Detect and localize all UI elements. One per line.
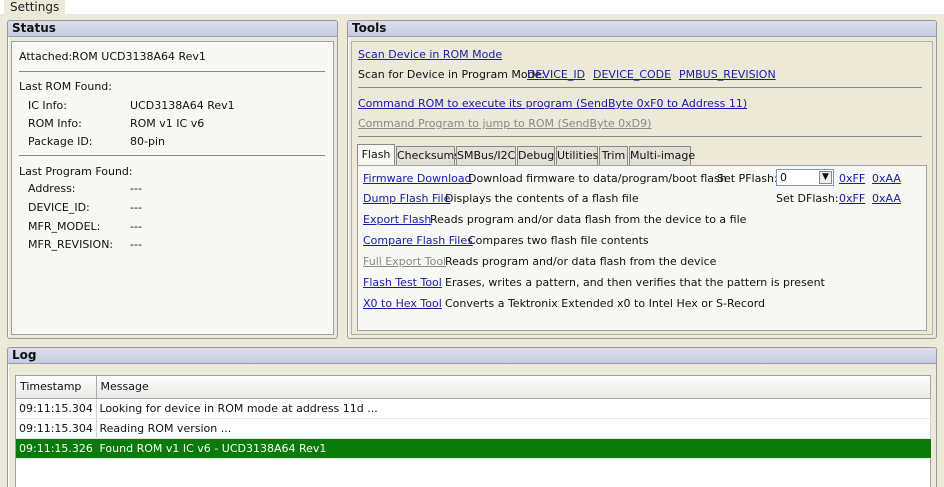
tools-title: Tools: [348, 21, 936, 37]
table-row[interactable]: 09:11:15.304 Reading ROM version ...: [16, 418, 931, 439]
full-export-tool-desc: Reads program and/or data flash from the…: [445, 255, 717, 268]
tab-trim[interactable]: Trim: [599, 146, 628, 165]
tab-checksums[interactable]: Checksums: [396, 146, 460, 165]
tools-body: Scan Device in ROM Mode Scan for Device …: [351, 41, 933, 335]
tab-settings[interactable]: Settings: [4, 0, 66, 15]
compare-flash-files-desc: Compares two flash file contents: [468, 234, 649, 247]
pflash-aa-link[interactable]: 0xAA: [872, 172, 901, 185]
table-row-selected[interactable]: 09:11:15.326 Found ROM v1 IC v6 - UCD313…: [16, 438, 931, 459]
log-message: Looking for device in ROM mode at addres…: [96, 398, 931, 419]
dump-flash-file-link[interactable]: Dump Flash File: [363, 192, 450, 205]
tools-panel: Tools Scan Device in ROM Mode Scan for D…: [347, 20, 937, 339]
attached-label: Attached:: [19, 50, 73, 63]
tab-multi-image[interactable]: Multi-image: [629, 146, 695, 165]
last-rom-title: Last ROM Found:: [19, 80, 112, 93]
device-id-link[interactable]: DEVICE_ID: [527, 68, 585, 81]
dflash-ff-link[interactable]: 0xFF: [839, 192, 865, 205]
log-header-row: Timestamp Message: [16, 376, 931, 399]
log-table: Timestamp Message 09:11:15.304 Looking f…: [16, 376, 931, 459]
package-label: Package ID:: [28, 135, 93, 148]
tab-debug[interactable]: Debug: [517, 146, 555, 165]
device-id-value: ---: [130, 201, 142, 214]
tools-tabs: Flash Checksums SMBus/I2C Debug Utilitie…: [357, 144, 927, 166]
firmware-download-link[interactable]: Firmware Download: [363, 172, 472, 185]
rom-info-value: ROM v1 IC v6: [130, 117, 205, 130]
scan-program-label: Scan for Device in Program Mode:: [358, 68, 546, 81]
flash-test-tool-link[interactable]: Flash Test Tool: [363, 276, 442, 289]
firmware-download-desc: Download firmware to data/program/boot f…: [468, 172, 727, 185]
x0-to-hex-tool-link[interactable]: X0 to Hex Tool: [363, 297, 442, 310]
mfr-model-value: ---: [130, 220, 142, 233]
package-value: 80-pin: [130, 135, 165, 148]
column-header-message[interactable]: Message: [96, 376, 931, 399]
table-row[interactable]: 09:11:15.304 Looking for device in ROM m…: [16, 398, 931, 419]
log-message: Reading ROM version ...: [96, 418, 931, 439]
pflash-value: 0: [780, 171, 787, 184]
tab-smbus-i2c[interactable]: SMBus/I2C: [456, 146, 516, 165]
dump-flash-file-desc: Displays the contents of a flash file: [445, 192, 639, 205]
mfr-revision-value: ---: [130, 238, 142, 251]
device-id-label: DEVICE_ID:: [28, 201, 90, 214]
log-panel: Log Timestamp Message 09:11:15.304 Looki…: [7, 347, 937, 487]
divider: [19, 71, 325, 72]
status-title: Status: [8, 21, 337, 37]
rom-info-label: ROM Info:: [28, 117, 82, 130]
log-table-container[interactable]: Timestamp Message 09:11:15.304 Looking f…: [15, 375, 931, 487]
command-rom-link[interactable]: Command ROM to execute its program (Send…: [358, 97, 747, 110]
chevron-down-icon[interactable]: ▼: [819, 171, 832, 184]
command-program-link[interactable]: Command Program to jump to ROM (SendByte…: [358, 117, 651, 130]
flash-test-tool-desc: Erases, writes a pattern, and then verif…: [445, 276, 825, 289]
tab-flash[interactable]: Flash: [357, 144, 395, 165]
address-label: Address:: [28, 182, 76, 195]
divider: [358, 136, 922, 137]
x0-to-hex-tool-desc: Converts a Tektronix Extended x0 to Inte…: [445, 297, 765, 310]
full-export-tool-link[interactable]: Full Export Tool: [363, 255, 446, 268]
ic-info-value: UCD3138A64 Rev1: [130, 99, 235, 112]
column-header-timestamp[interactable]: Timestamp: [16, 376, 97, 399]
address-value: ---: [130, 182, 142, 195]
dflash-aa-link[interactable]: 0xAA: [872, 192, 901, 205]
log-timestamp: 09:11:15.304: [16, 418, 97, 439]
attached-value: ROM UCD3138A64 Rev1: [72, 50, 206, 63]
set-dflash-label: Set DFlash:: [776, 192, 839, 205]
divider: [358, 87, 922, 88]
export-flash-link[interactable]: Export Flash: [363, 213, 431, 226]
last-program-title: Last Program Found:: [19, 165, 133, 178]
log-timestamp: 09:11:15.326: [16, 438, 97, 459]
export-flash-desc: Reads program and/or data flash from the…: [430, 213, 747, 226]
device-code-link[interactable]: DEVICE_CODE: [593, 68, 671, 81]
set-pflash-label: Set PFlash:: [717, 172, 778, 185]
compare-flash-files-link[interactable]: Compare Flash Files: [363, 234, 473, 247]
title-bar: [0, 0, 944, 14]
flash-tab-content: Firmware Download Download firmware to d…: [357, 165, 927, 331]
pmbus-revision-link[interactable]: PMBUS_REVISION: [679, 68, 776, 81]
log-timestamp: 09:11:15.304: [16, 398, 97, 419]
pflash-select[interactable]: 0 ▼: [776, 169, 834, 186]
status-body: Attached: ROM UCD3138A64 Rev1 Last ROM F…: [11, 41, 334, 335]
tab-utilities[interactable]: Utilities: [556, 146, 598, 165]
scan-rom-link[interactable]: Scan Device in ROM Mode: [358, 48, 502, 61]
mfr-model-label: MFR_MODEL:: [28, 220, 101, 233]
ic-info-label: IC Info:: [28, 99, 67, 112]
log-message: Found ROM v1 IC v6 - UCD3138A64 Rev1: [96, 438, 931, 459]
log-title: Log: [8, 348, 936, 364]
mfr-revision-label: MFR_REVISION:: [28, 238, 114, 251]
pflash-ff-link[interactable]: 0xFF: [839, 172, 865, 185]
divider: [19, 155, 325, 156]
status-panel: Status Attached: ROM UCD3138A64 Rev1 Las…: [7, 20, 338, 339]
